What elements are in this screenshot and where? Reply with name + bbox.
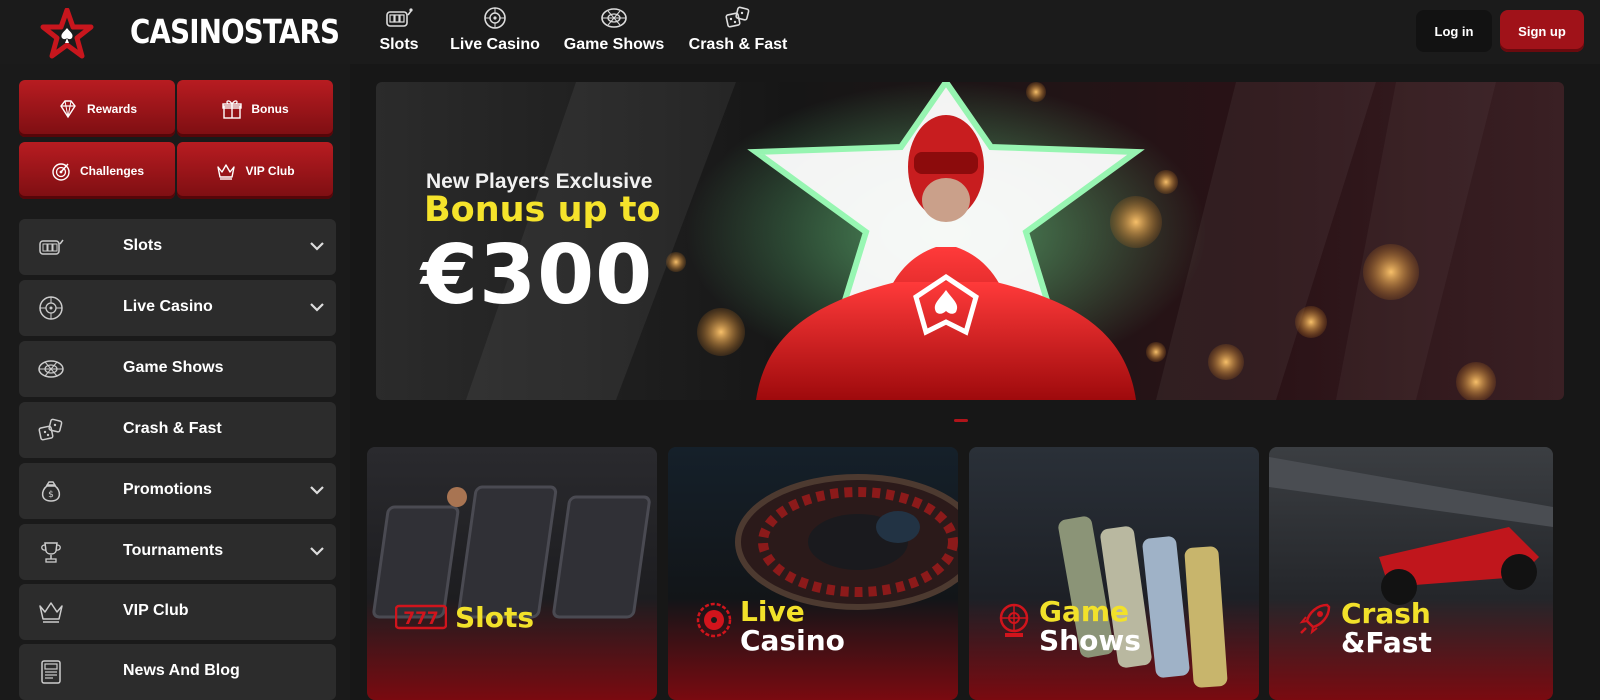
sidebar-item-label: Tournaments xyxy=(123,542,224,559)
dice-icon xyxy=(723,4,753,32)
category-card-slots[interactable]: 777 Slots xyxy=(367,447,657,700)
diamond-icon xyxy=(60,99,76,118)
quick-link-label: Rewards xyxy=(86,101,138,116)
wheel-icon xyxy=(999,603,1029,637)
sidebar-item-game-shows[interactable]: Game Shows xyxy=(19,341,336,397)
slot-machine-icon xyxy=(39,239,64,255)
sidebar-item-label: Game Shows xyxy=(123,359,224,376)
topnav-live-casino[interactable]: Live Casino xyxy=(448,4,542,60)
category-title: Live Casino xyxy=(740,595,845,657)
live-casino-card-artwork xyxy=(668,447,958,700)
sidebar-item-label: Live Casino xyxy=(123,298,213,315)
topnav-label: Crash & Fast xyxy=(688,36,788,53)
quick-link-label: Bonus xyxy=(251,101,289,116)
crown-icon xyxy=(217,163,236,180)
sidebar-item-label: VIP Club xyxy=(123,602,189,619)
dice-icon xyxy=(38,418,63,441)
roulette-icon xyxy=(39,296,63,320)
chevron-down-icon xyxy=(310,547,324,556)
money-bag-icon: $ xyxy=(41,481,61,502)
roulette-icon xyxy=(480,4,510,32)
gift-icon xyxy=(222,99,243,119)
top-bar: CASINOSTARS Slots Live Casino Game Shows… xyxy=(0,0,1600,64)
casinostars-logo-icon[interactable] xyxy=(40,8,94,60)
news-icon xyxy=(41,660,61,684)
signup-button[interactable]: Sign up xyxy=(1500,10,1584,52)
sidebar-item-tournaments[interactable]: Tournaments xyxy=(19,524,336,580)
sidebar-item-label: News And Blog xyxy=(123,662,240,679)
topnav-slots[interactable]: Slots xyxy=(377,4,421,60)
target-icon xyxy=(52,162,70,181)
chevron-down-icon xyxy=(310,242,324,251)
slots-card-artwork xyxy=(367,447,657,700)
carousel-indicator[interactable] xyxy=(954,419,968,422)
topnav-label: Live Casino xyxy=(450,36,540,53)
promo-banner[interactable]: New Players Exclusive Bonus up to €300 xyxy=(376,82,1564,400)
sidebar-item-promotions[interactable]: $ Promotions xyxy=(19,463,336,519)
chevron-down-icon xyxy=(310,303,324,312)
sidebar-item-news-and-blog[interactable]: News And Blog xyxy=(19,644,336,700)
svg-text:777: 777 xyxy=(403,609,439,629)
sidebar-item-label: Crash & Fast xyxy=(123,420,222,437)
brand-name[interactable]: CASINOSTARS xyxy=(130,12,340,51)
topnav-crash-fast[interactable]: Crash & Fast xyxy=(686,4,790,60)
banner-amount: €300 xyxy=(421,228,654,323)
sidebar-item-label: Promotions xyxy=(123,481,212,498)
sidebar-item-live-casino[interactable]: Live Casino xyxy=(19,280,336,336)
sidebar: Rewards Bonus Challenges VIP Club Slots … xyxy=(0,64,350,700)
category-title: Game Shows xyxy=(1039,595,1141,657)
chevron-down-icon xyxy=(310,486,324,495)
rewards-button[interactable]: Rewards xyxy=(19,80,175,137)
topnav-game-shows[interactable]: Game Shows xyxy=(560,4,668,60)
sidebar-item-label: Slots xyxy=(123,237,163,254)
vip-club-button[interactable]: VIP Club xyxy=(177,142,333,199)
trophy-icon xyxy=(41,542,61,563)
roulette-icon xyxy=(696,602,732,638)
category-title: Slots xyxy=(455,601,535,634)
sidebar-item-crash-fast[interactable]: Crash & Fast xyxy=(19,402,336,458)
bonus-button[interactable]: Bonus xyxy=(177,80,333,137)
sidebar-item-slots[interactable]: Slots xyxy=(19,219,336,275)
sidebar-item-vip-club[interactable]: VIP Club xyxy=(19,584,336,640)
777-icon: 777 xyxy=(395,604,447,630)
wheel-icon xyxy=(38,360,64,378)
wheel-icon xyxy=(599,4,629,32)
topnav-label: Slots xyxy=(379,36,419,53)
crown-icon xyxy=(39,602,63,623)
category-title: Crash &Fast xyxy=(1341,597,1432,659)
rocket-icon xyxy=(1299,603,1331,635)
slot-machine-icon xyxy=(384,4,414,32)
crash-fast-card-artwork xyxy=(1269,447,1553,700)
svg-text:$: $ xyxy=(48,490,54,500)
category-card-live-casino[interactable]: Live Casino xyxy=(668,447,958,700)
quick-link-label: Challenges xyxy=(79,163,145,178)
game-shows-card-artwork xyxy=(969,447,1259,700)
topnav-label: Game Shows xyxy=(563,36,665,53)
category-card-crash-fast[interactable]: Crash &Fast xyxy=(1269,447,1553,700)
challenges-button[interactable]: Challenges xyxy=(19,142,175,199)
category-card-game-shows[interactable]: Game Shows xyxy=(969,447,1259,700)
banner-headline: Bonus up to xyxy=(424,190,661,230)
quick-link-label: VIP Club xyxy=(245,163,295,178)
login-button[interactable]: Log in xyxy=(1416,10,1492,52)
